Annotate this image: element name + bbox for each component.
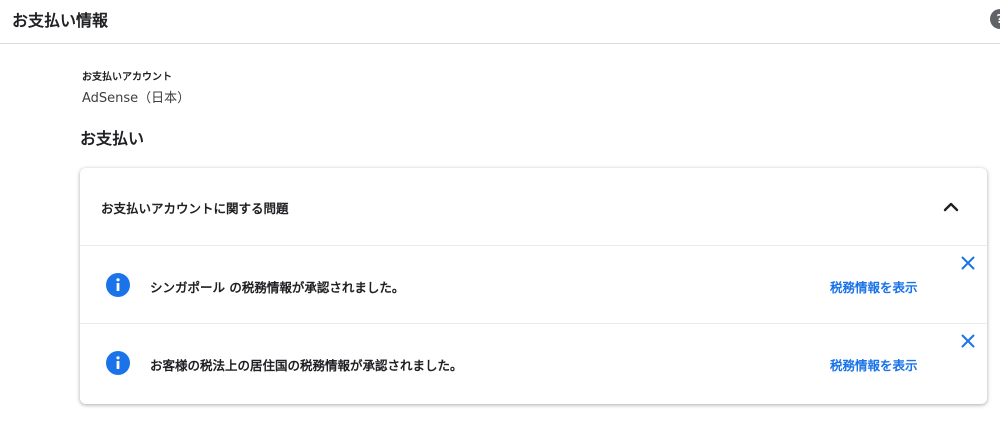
chevron-up-icon[interactable] bbox=[941, 197, 961, 217]
issue-row: シンガポール の税務情報が承認されました。 税務情報を表示 bbox=[80, 246, 987, 324]
page-title: お支払い情報 bbox=[12, 11, 109, 30]
close-icon[interactable] bbox=[960, 255, 976, 271]
view-tax-info-link[interactable]: 税務情報を表示 bbox=[830, 355, 918, 374]
info-icon bbox=[106, 273, 130, 297]
view-tax-info-link[interactable]: 税務情報を表示 bbox=[830, 277, 918, 296]
account-issues-card: お支払いアカウントに関する問題 シンガポール の税務情報が承認されました。 税務… bbox=[80, 168, 987, 404]
help-icon[interactable]: ? bbox=[990, 9, 1000, 29]
account-issues-title: お支払いアカウントに関する問題 bbox=[101, 201, 289, 216]
close-icon[interactable] bbox=[960, 333, 976, 349]
info-icon bbox=[106, 351, 130, 375]
account-issues-header[interactable]: お支払いアカウントに関する問題 bbox=[80, 168, 987, 246]
payments-section-title: お支払い bbox=[80, 129, 145, 148]
payment-account-value: AdSense（日本） bbox=[82, 91, 191, 106]
top-bar: お支払い情報 ? bbox=[0, 0, 1000, 44]
issue-row: お客様の税法上の居住国の税務情報が承認されました。 税務情報を表示 bbox=[80, 324, 987, 402]
payment-account-label: お支払いアカウント bbox=[82, 72, 172, 83]
issue-message: シンガポール の税務情報が承認されました。 bbox=[150, 280, 405, 295]
issue-message: お客様の税法上の居住国の税務情報が承認されました。 bbox=[150, 358, 463, 373]
